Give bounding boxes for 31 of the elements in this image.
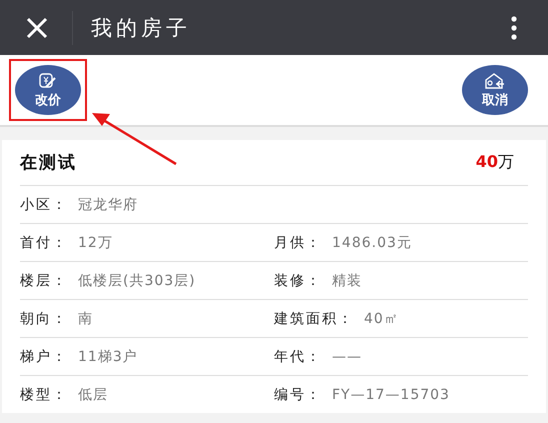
field-label: 建筑面积： [274,310,354,328]
field-label: 月供： [274,234,322,252]
cancel-button[interactable]: 取消 [462,65,528,115]
field-value: 1486.03元 [332,234,412,252]
field-value: 40㎡ [364,310,399,328]
field-label: 装修： [274,272,322,290]
field-value: 冠龙华府 [78,196,138,214]
field-label: 楼层： [20,272,68,290]
field-label: 朝向： [20,310,68,328]
field-value: 11梯3户 [78,348,138,366]
listing-name: 在测试 [20,152,77,174]
price-unit: 万 [498,152,514,171]
field-value: 精装 [332,272,362,290]
field-value: 低层 [78,386,108,404]
page-title: 我的房子 [91,14,192,42]
house-icon [484,72,506,90]
field-label: 首付： [20,234,68,252]
change-price-button[interactable]: 改价 [15,65,81,115]
field-label: 编号： [274,386,322,404]
field-value: FY—17—15703 [332,386,450,402]
field-label: 梯户： [20,348,68,366]
field-value: —— [332,348,362,364]
field-value: 12万 [78,234,113,252]
field-label: 小区： [20,196,68,214]
field-value: 低楼层(共303层) [78,272,196,290]
price-amount: 40 [476,152,498,171]
price-edit-icon [38,72,58,90]
field-label: 年代： [274,348,322,366]
field-label: 楼型： [20,386,68,404]
field-value: 南 [78,310,93,328]
more-icon[interactable] [510,14,518,40]
